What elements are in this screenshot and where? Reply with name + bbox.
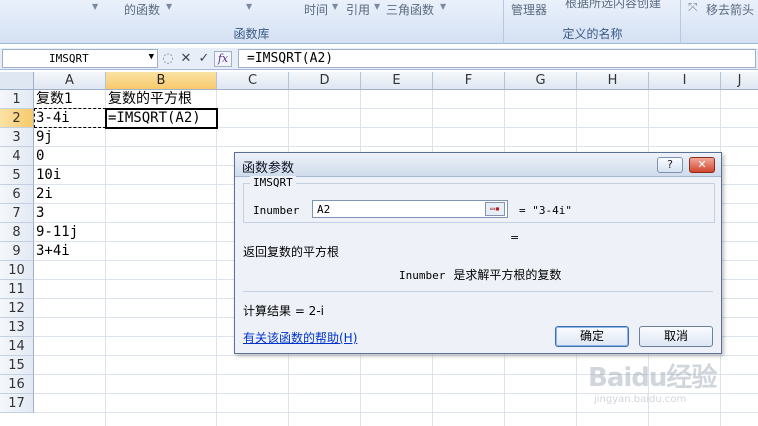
function-arguments-dialog: 函数参数 ? ✕ IMSQRT Inumber A2 ▭▪ = "3-4i" =… — [234, 152, 722, 354]
row-header-6[interactable]: 6 — [0, 185, 34, 204]
row-header-10[interactable]: 10 — [0, 261, 34, 280]
chevron-down-icon[interactable]: ▼ — [92, 2, 98, 11]
close-button[interactable]: ✕ — [689, 157, 715, 173]
gridline — [34, 355, 758, 356]
row-header-7[interactable]: 7 — [0, 204, 34, 223]
chevron-down-icon[interactable]: ▼ — [374, 2, 380, 11]
cancel-button[interactable]: 取消 — [639, 326, 713, 347]
column-header-f[interactable]: F — [433, 72, 505, 90]
row-header-9[interactable]: 9 — [0, 242, 34, 261]
ribbon-item-reference[interactable]: 引用 — [346, 1, 370, 18]
cell-a5[interactable]: 10i — [34, 166, 61, 185]
argument-input[interactable]: A2 ▭▪ — [312, 200, 508, 218]
function-name-legend: IMSQRT — [250, 176, 296, 189]
collapse-dialog-icon[interactable]: ▭▪ — [485, 202, 505, 216]
row-header-16[interactable]: 16 — [0, 375, 34, 394]
watermark-url: jingyan.baidu.com — [594, 394, 687, 405]
cell-a6[interactable]: 2i — [34, 185, 53, 204]
row-header-3[interactable]: 3 — [0, 128, 34, 147]
row-header-1[interactable]: 1 — [0, 90, 34, 109]
cell-a7[interactable]: 3 — [34, 204, 44, 223]
formula-input[interactable]: =IMSQRT(A2) — [238, 49, 756, 68]
gridline — [216, 90, 217, 426]
help-button[interactable]: ? — [657, 157, 683, 173]
insert-function-icon[interactable]: fx — [214, 50, 232, 67]
argument-description-text: 是求解平方根的复数 — [453, 268, 562, 282]
divider — [243, 291, 713, 292]
argument-description: Inumber 是求解平方根的复数 — [399, 266, 561, 283]
row-header-17[interactable]: 17 — [0, 394, 34, 413]
function-value-equals: = — [510, 231, 520, 244]
cell-a9[interactable]: 3+4i — [34, 242, 70, 261]
ribbon-item-remove-arrows[interactable]: 移去箭头 — [706, 1, 754, 18]
active-cell-border — [105, 108, 218, 129]
help-link[interactable]: 有关该函数的帮助(H) — [243, 329, 357, 346]
watermark-logo: Baidu经验 — [588, 363, 717, 393]
ribbon: ▼ 的函数 ▼ ▼ 时间 ▼ 引用 ▼ 三角函数 ▼ 函数库 管理器 根据所选内… — [0, 0, 758, 44]
ribbon-group-defined-names: 管理器 根据所选内容创建 定义的名称 — [505, 0, 681, 44]
ribbon-item-name-manager[interactable]: 管理器 — [511, 1, 547, 18]
select-all-corner[interactable] — [0, 72, 34, 90]
column-header-h[interactable]: H — [577, 72, 649, 90]
column-header-i[interactable]: I — [649, 72, 721, 90]
row-header-2[interactable]: 2 — [0, 109, 34, 128]
baidu-watermark: Baidu经验 jingyan.baidu.com — [588, 357, 748, 417]
row-header-11[interactable]: 11 — [0, 280, 34, 299]
cell-a3[interactable]: 9j — [34, 128, 53, 147]
column-header-c[interactable]: C — [217, 72, 289, 90]
reference-marquee — [34, 108, 106, 128]
row-header-8[interactable]: 8 — [0, 223, 34, 242]
ribbon-group-function-library: ▼ 的函数 ▼ ▼ 时间 ▼ 引用 ▼ 三角函数 ▼ 函数库 — [0, 0, 504, 44]
chevron-down-icon[interactable]: ▼ — [149, 52, 154, 62]
row-header-12[interactable]: 12 — [0, 299, 34, 318]
column-header-b[interactable]: B — [106, 72, 217, 90]
ribbon-item-time[interactable]: 时间 — [304, 1, 328, 18]
argument-input-value: A2 — [317, 203, 331, 216]
ribbon-item-functions[interactable]: 的函数 — [124, 1, 160, 18]
ok-button[interactable]: 确定 — [555, 326, 629, 347]
argument-result: = "3-4i" — [519, 204, 572, 217]
gridline — [105, 90, 106, 426]
ribbon-group-label: 函数库 — [233, 27, 270, 41]
row-header-13[interactable]: 13 — [0, 318, 34, 337]
dialog-titlebar[interactable]: 函数参数 ? ✕ — [235, 153, 721, 177]
formula-result: 计算结果 = 2-i — [243, 304, 324, 318]
ribbon-group-label: 定义的名称 — [562, 27, 623, 41]
dialog-title: 函数参数 — [242, 161, 295, 176]
cell-a8[interactable]: 9-11j — [34, 223, 78, 242]
row-header-5[interactable]: 5 — [0, 166, 34, 185]
confirm-icon[interactable]: ✓ — [196, 51, 212, 67]
cell-a4[interactable]: 0 — [34, 147, 44, 166]
chevron-down-icon[interactable]: ▼ — [166, 2, 172, 11]
cancel-icon[interactable]: ✕ — [178, 51, 194, 67]
row-header-14[interactable]: 14 — [0, 337, 34, 356]
ribbon-item-trig[interactable]: 三角函数 — [386, 1, 434, 18]
formula-buttons: ◌ ✕ ✓ fx — [160, 49, 234, 68]
name-box-value: IMSQRT — [49, 52, 89, 65]
cell-a1[interactable]: 复数1 — [34, 90, 73, 109]
argument-description-name: Inumber — [399, 269, 446, 282]
column-header-j[interactable]: J — [721, 72, 758, 90]
function-description: 返回复数的平方根 — [243, 245, 340, 259]
column-header-d[interactable]: D — [289, 72, 361, 90]
column-header-a[interactable]: A — [34, 72, 106, 90]
name-box[interactable]: IMSQRT ▼ — [2, 49, 158, 68]
arguments-group: IMSQRT Inumber A2 ▭▪ = "3-4i" — [243, 176, 715, 223]
grip-icon: ◌ — [162, 51, 174, 66]
ribbon-group-formula-auditing: ⤧ 移去箭头 — [682, 0, 758, 44]
argument-label: Inumber — [253, 204, 300, 217]
row-header-4[interactable]: 4 — [0, 147, 34, 166]
ribbon-item-create-from-selection[interactable]: 根据所选内容创建 — [565, 0, 661, 11]
formula-bar: IMSQRT ▼ ◌ ✕ ✓ fx =IMSQRT(A2) — [0, 48, 758, 70]
chevron-down-icon[interactable]: ▼ — [246, 2, 252, 11]
remove-arrows-icon: ⤧ — [688, 0, 698, 14]
column-header-g[interactable]: G — [505, 72, 577, 90]
cell-b1[interactable]: 复数的平方根 — [106, 90, 192, 109]
chevron-down-icon[interactable]: ▼ — [332, 2, 338, 11]
row-header-15[interactable]: 15 — [0, 356, 34, 375]
gridline — [34, 146, 758, 147]
column-header-e[interactable]: E — [361, 72, 433, 90]
chevron-down-icon[interactable]: ▼ — [440, 2, 446, 11]
